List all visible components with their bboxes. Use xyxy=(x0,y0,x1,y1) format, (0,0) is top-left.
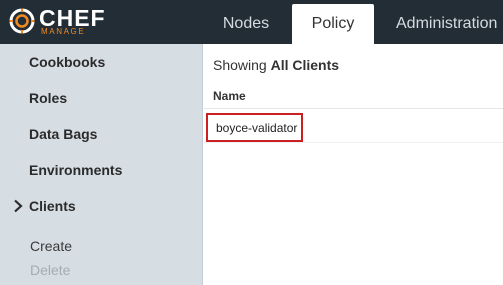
chef-logo-icon xyxy=(9,8,35,34)
table-row[interactable]: boyce-validator xyxy=(206,113,303,142)
row-divider xyxy=(204,142,503,143)
sidebar-item-clients[interactable]: Clients xyxy=(29,198,76,214)
chevron-right-icon xyxy=(14,199,23,213)
sidebar: Cookbooks Roles Data Bags Environments C… xyxy=(0,44,203,285)
chef-manage-logo[interactable]: CHEF MANAGE xyxy=(8,6,118,38)
main-content: Showing All Clients Name boyce-validator xyxy=(204,44,503,285)
delete-button[interactable]: Delete xyxy=(30,262,70,278)
create-button[interactable]: Create xyxy=(30,238,72,254)
tab-policy[interactable]: Policy xyxy=(292,4,374,44)
client-name-link[interactable]: boyce-validator xyxy=(216,121,297,135)
showing-prefix: Showing xyxy=(213,57,267,73)
showing-label: Showing All Clients xyxy=(213,57,339,73)
sidebar-item-data-bags[interactable]: Data Bags xyxy=(29,126,97,142)
tab-nodes[interactable]: Nodes xyxy=(204,0,288,44)
top-navigation-bar: CHEF MANAGE Nodes Policy Administration xyxy=(0,0,503,44)
brand-subtitle: MANAGE xyxy=(41,27,86,36)
sidebar-item-roles[interactable]: Roles xyxy=(29,90,67,106)
header-divider xyxy=(204,108,503,109)
tab-administration[interactable]: Administration xyxy=(382,0,503,44)
column-header-name[interactable]: Name xyxy=(213,89,246,103)
showing-filter: All Clients xyxy=(270,57,340,73)
sidebar-item-cookbooks[interactable]: Cookbooks xyxy=(29,54,105,70)
sidebar-item-environments[interactable]: Environments xyxy=(29,162,122,178)
